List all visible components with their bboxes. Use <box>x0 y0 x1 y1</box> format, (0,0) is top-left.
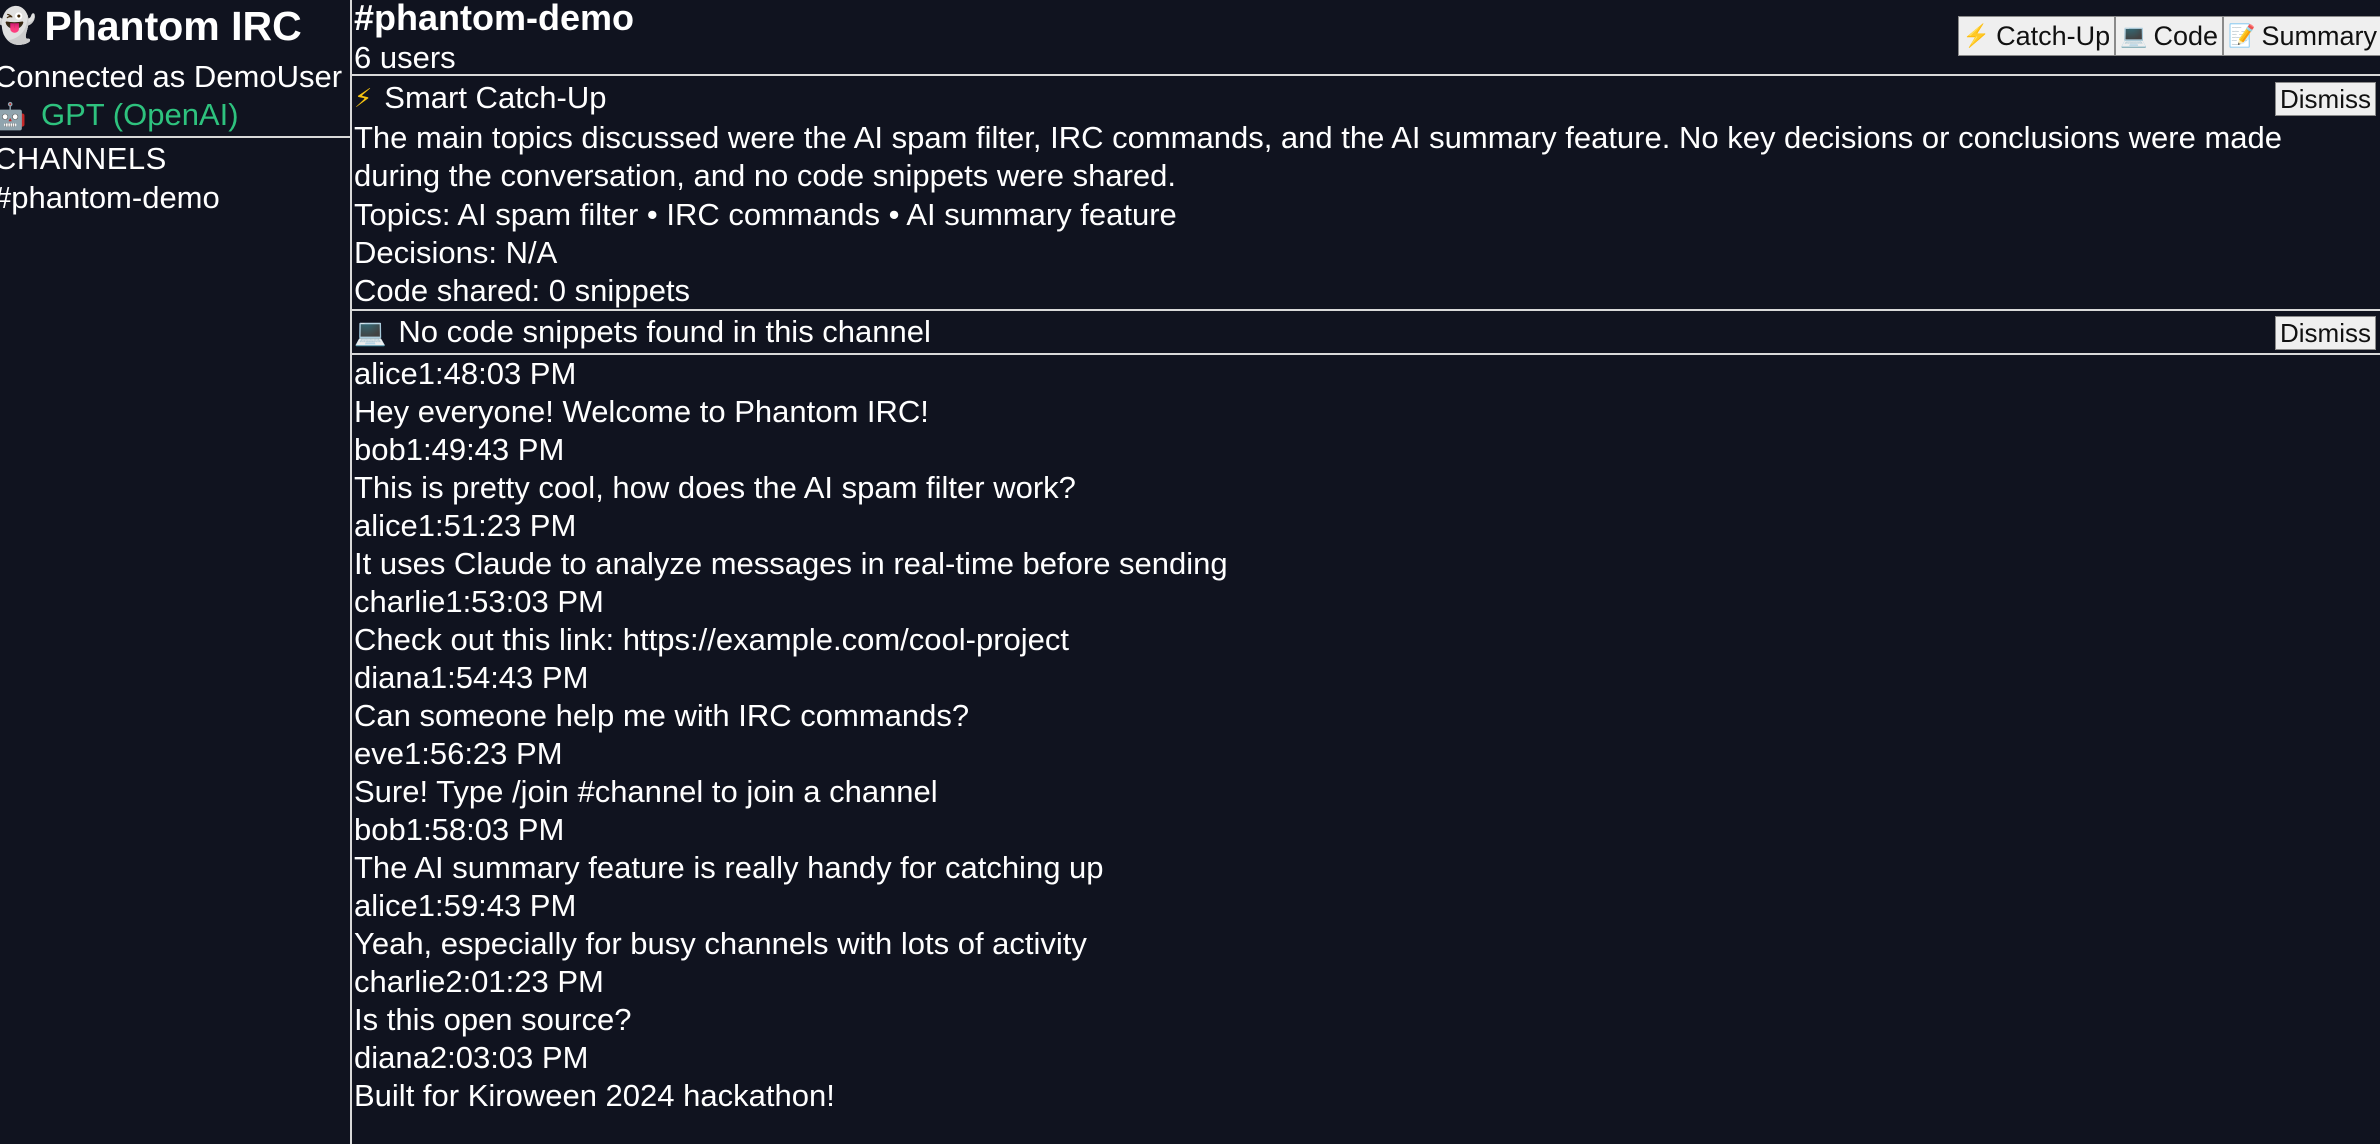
message-time: 1:49:43 PM <box>405 432 565 467</box>
message: charlie2:01:23 PM Is this open source? <box>354 963 2374 1039</box>
message-meta: alice1:59:43 PM <box>354 887 2374 925</box>
message: diana2:03:03 PM Built for Kiroween 2024 … <box>354 1039 2374 1115</box>
message: alice1:48:03 PM Hey everyone! Welcome to… <box>354 355 2374 431</box>
message-meta: diana1:54:43 PM <box>354 659 2374 697</box>
dismiss-catchup-button[interactable]: Dismiss <box>2275 82 2376 116</box>
message-text: Is this open source? <box>354 1002 632 1037</box>
channel-item-phantom-demo[interactable]: #phantom-demo <box>0 179 220 217</box>
code-button[interactable]: 💻 Code <box>2115 16 2224 56</box>
message-text: The AI summary feature is really handy f… <box>354 850 1104 885</box>
message: diana1:54:43 PM Can someone help me with… <box>354 659 2374 735</box>
user-count: 6 users <box>354 40 456 75</box>
message: bob1:58:03 PM The AI summary feature is … <box>354 811 2374 887</box>
message-user[interactable]: bob <box>354 812 406 847</box>
channel-title: #phantom-demo <box>354 0 635 38</box>
message-text: Sure! Type /join #channel to join a chan… <box>354 774 938 809</box>
summary-button[interactable]: 📝 Summary <box>2223 16 2380 56</box>
code-panel-title: No code snippets found in this channel <box>398 314 931 349</box>
message-text: Can someone help me with IRC commands? <box>354 698 970 733</box>
toolbar: ⚡ Catch-Up 💻 Code 📝 Summary <box>1957 16 2380 56</box>
catchup-button-label: Catch-Up <box>1996 21 2111 51</box>
message: bob1:49:43 PM This is pretty cool, how d… <box>354 431 2374 507</box>
dismiss-code-button[interactable]: Dismiss <box>2275 316 2376 350</box>
message-time: 1:54:43 PM <box>429 660 589 695</box>
message-time: 2:01:23 PM <box>445 964 604 999</box>
code-panel-header: 💻 No code snippets found in this channel <box>354 312 931 352</box>
summary-button-label: Summary <box>2261 21 2377 51</box>
catchup-panel-header: ⚡ Smart Catch-Up <box>354 78 607 118</box>
message-meta: bob1:58:03 PM <box>354 811 2374 849</box>
message-time: 1:58:03 PM <box>405 812 565 847</box>
message-time: 1:53:03 PM <box>445 584 604 619</box>
code-button-label: Code <box>2153 21 2219 51</box>
sidebar-divider <box>0 136 350 138</box>
message-time: 1:51:23 PM <box>417 508 577 543</box>
message: alice1:51:23 PM It uses Claude to analyz… <box>354 507 2374 583</box>
catchup-topics: Topics: AI spam filter • IRC commands • … <box>354 197 1177 232</box>
message-user[interactable]: bob <box>354 432 406 467</box>
message-text: Hey everyone! Welcome to Phantom IRC! <box>354 394 929 429</box>
message-user[interactable]: diana <box>354 660 430 695</box>
catchup-button[interactable]: ⚡ Catch-Up <box>1957 16 2116 56</box>
ghost-icon: 👻 <box>0 2 36 50</box>
message-text: Yeah, especially for busy channels with … <box>354 926 1087 961</box>
laptop-icon: 💻 <box>2120 23 2148 48</box>
message: eve1:56:23 PM Sure! Type /join #channel … <box>354 735 2374 811</box>
message-time: 1:56:23 PM <box>403 736 563 771</box>
channels-heading: CHANNELS <box>0 141 167 176</box>
header-divider <box>352 74 2380 76</box>
message-meta: alice1:51:23 PM <box>354 507 2374 545</box>
catchup-title: Smart Catch-Up <box>384 80 607 115</box>
catchup-code-shared: Code shared: 0 snippets <box>354 273 691 308</box>
message-user[interactable]: eve <box>354 736 404 771</box>
message-text: Check out this link: https://example.com… <box>354 622 1070 657</box>
lightning-icon: ⚡ <box>354 83 373 113</box>
model-indicator[interactable]: 🤖 GPT (OpenAI) <box>0 96 239 135</box>
message-meta: charlie1:53:03 PM <box>354 583 2374 621</box>
message-meta: bob1:49:43 PM <box>354 431 2374 469</box>
catchup-summary: The main topics discussed were the AI sp… <box>354 120 2283 193</box>
catchup-divider <box>352 309 2380 311</box>
message-user[interactable]: alice <box>354 508 418 543</box>
message-time: 2:03:03 PM <box>429 1040 589 1075</box>
message-text: This is pretty cool, how does the AI spa… <box>354 470 1076 505</box>
message-meta: alice1:48:03 PM <box>354 355 2374 393</box>
lightning-icon: ⚡ <box>1962 23 1991 48</box>
message-user[interactable]: alice <box>354 888 418 923</box>
model-label: GPT (OpenAI) <box>41 97 239 132</box>
message-text: It uses Claude to analyze messages in re… <box>354 546 1228 581</box>
catchup-decisions: Decisions: N/A <box>354 235 558 270</box>
message-meta: diana2:03:03 PM <box>354 1039 2374 1077</box>
sidebar: 👻 Phantom IRC Connected as DemoUser 🤖 GP… <box>0 0 352 1144</box>
message-user[interactable]: charlie <box>354 964 445 999</box>
message-meta: charlie2:01:23 PM <box>354 963 2374 1001</box>
memo-icon: 📝 <box>2228 23 2256 48</box>
message-text: Built for Kiroween 2024 hackathon! <box>354 1078 835 1113</box>
message-user[interactable]: diana <box>354 1040 430 1075</box>
message-meta: eve1:56:23 PM <box>354 735 2374 773</box>
message-time: 1:59:43 PM <box>417 888 577 923</box>
app-brand: 👻 Phantom IRC <box>0 2 302 50</box>
connection-status: Connected as DemoUser <box>0 59 343 94</box>
message-time: 1:48:03 PM <box>417 356 577 391</box>
message-user[interactable]: alice <box>354 356 418 391</box>
app-title: Phantom IRC <box>44 3 302 49</box>
laptop-icon: 💻 <box>354 317 387 347</box>
message-user[interactable]: charlie <box>354 584 445 619</box>
main-panel: #phantom-demo 6 users ⚡ Catch-Up 💻 Code … <box>352 0 2380 1144</box>
message: charlie1:53:03 PM Check out this link: h… <box>354 583 2374 659</box>
message: alice1:59:43 PM Yeah, especially for bus… <box>354 887 2374 963</box>
robot-icon: 🤖 <box>0 101 26 131</box>
message-list: alice1:48:03 PM Hey everyone! Welcome to… <box>354 355 2374 1115</box>
